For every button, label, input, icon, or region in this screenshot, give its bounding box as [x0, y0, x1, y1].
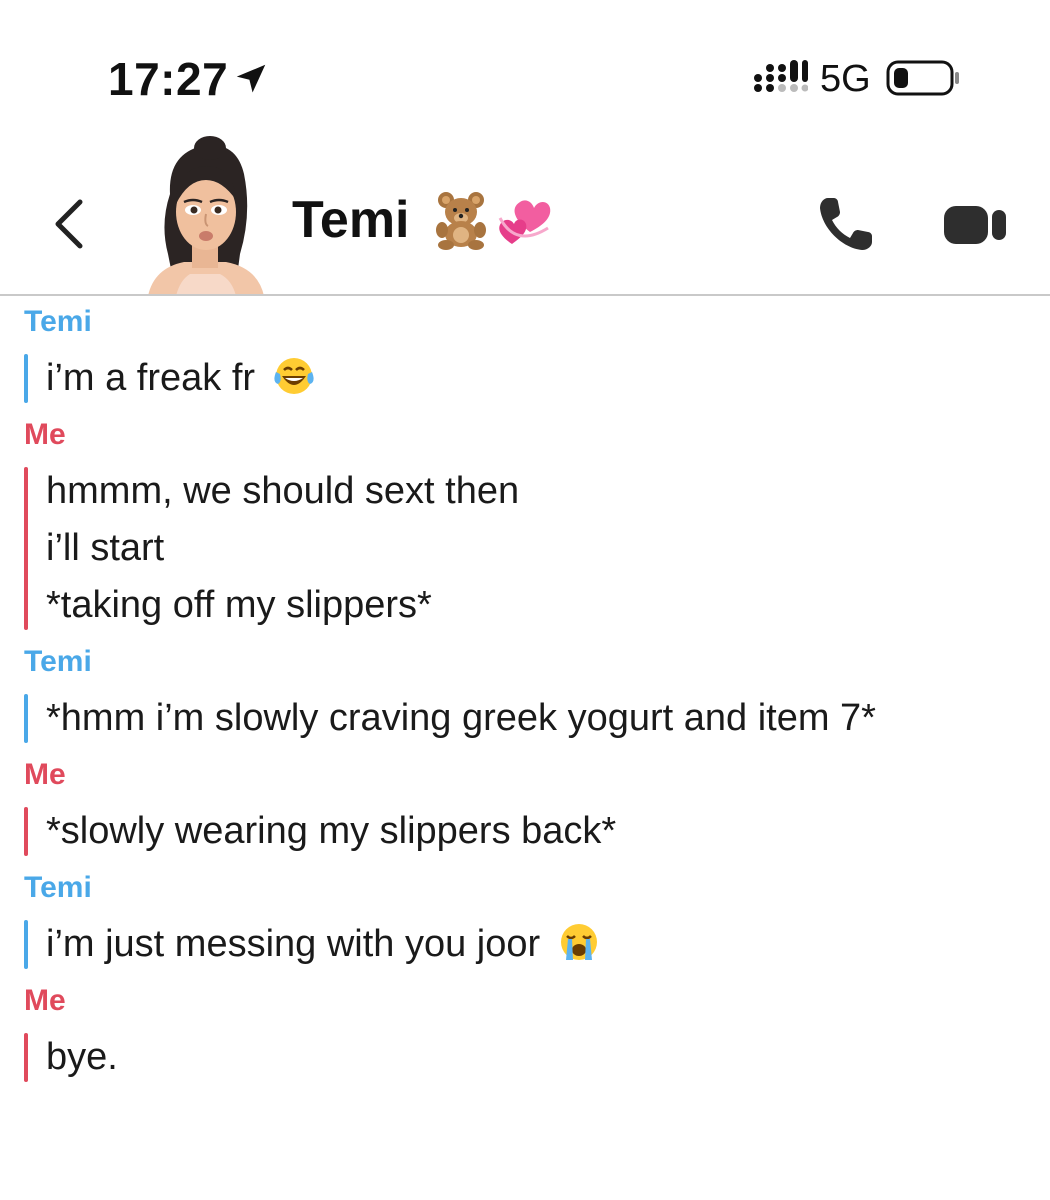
avatar[interactable]	[140, 134, 270, 296]
network-label: 5G	[820, 58, 871, 100]
message-group: Temi i’m just messing with you joor	[0, 868, 1050, 973]
message-line: *hmm i’m slowly craving greek yogurt and…	[46, 697, 876, 739]
revolving-hearts-emoji	[498, 200, 551, 244]
phone-icon[interactable]	[814, 192, 878, 256]
message-body[interactable]: hmmm, we should sext then i’ll start *ta…	[24, 463, 1050, 634]
message-text: i’m a freak fr	[46, 357, 256, 399]
message-line: bye.	[46, 1036, 118, 1078]
sender-label: Me	[24, 758, 66, 791]
status-bar: 17:27 5G	[0, 0, 1050, 130]
header-divider	[0, 294, 1050, 296]
contact-name[interactable]: Temi	[292, 190, 410, 250]
message-group: Me *slowly wearing my slippers back*	[0, 755, 1050, 860]
sender-label: Me	[24, 418, 66, 451]
message-group: Temi *hmm i’m slowly craving greek yogur…	[0, 642, 1050, 747]
signal-bars-icon	[754, 60, 808, 92]
message-body[interactable]: *hmm i’m slowly craving greek yogurt and…	[24, 690, 1050, 747]
status-time: 17:27	[108, 53, 229, 105]
message-line: i’m just messing with you joor	[46, 916, 1050, 973]
sender-label: Temi	[24, 871, 92, 904]
message-line: i’m a freak fr	[46, 350, 1050, 407]
sender-label: Temi	[24, 645, 92, 678]
location-arrow-icon	[236, 64, 266, 93]
message-line: i’ll start	[46, 527, 165, 569]
message-body[interactable]: bye.	[24, 1029, 1050, 1086]
teddy-bear-emoji	[436, 192, 486, 250]
video-camera-icon[interactable]	[942, 202, 1008, 248]
tears-of-joy-emoji	[274, 358, 314, 394]
message-group: Temi i’m a freak fr	[0, 302, 1050, 407]
message-line: *taking off my slippers*	[46, 584, 432, 626]
chat-header: Temi	[0, 130, 1050, 296]
chevron-left-icon[interactable]	[48, 196, 88, 252]
loudly-crying-emoji	[560, 924, 597, 960]
sender-label: Me	[24, 984, 66, 1017]
sender-label: Temi	[24, 305, 92, 338]
conversation: Temi i’m a freak fr Me hmmm, we should s…	[0, 300, 1050, 1094]
message-body[interactable]: i’m just messing with you joor	[24, 916, 1050, 973]
message-text: i’m just messing with you joor	[46, 923, 541, 965]
battery-icon	[886, 60, 959, 96]
message-line: hmmm, we should sext then	[46, 470, 520, 512]
message-body[interactable]: *slowly wearing my slippers back*	[24, 803, 1050, 860]
message-body[interactable]: i’m a freak fr	[24, 350, 1050, 407]
message-group: Me hmmm, we should sext then i’ll start …	[0, 415, 1050, 634]
message-line: *slowly wearing my slippers back*	[46, 810, 617, 852]
message-group: Me bye.	[0, 981, 1050, 1086]
